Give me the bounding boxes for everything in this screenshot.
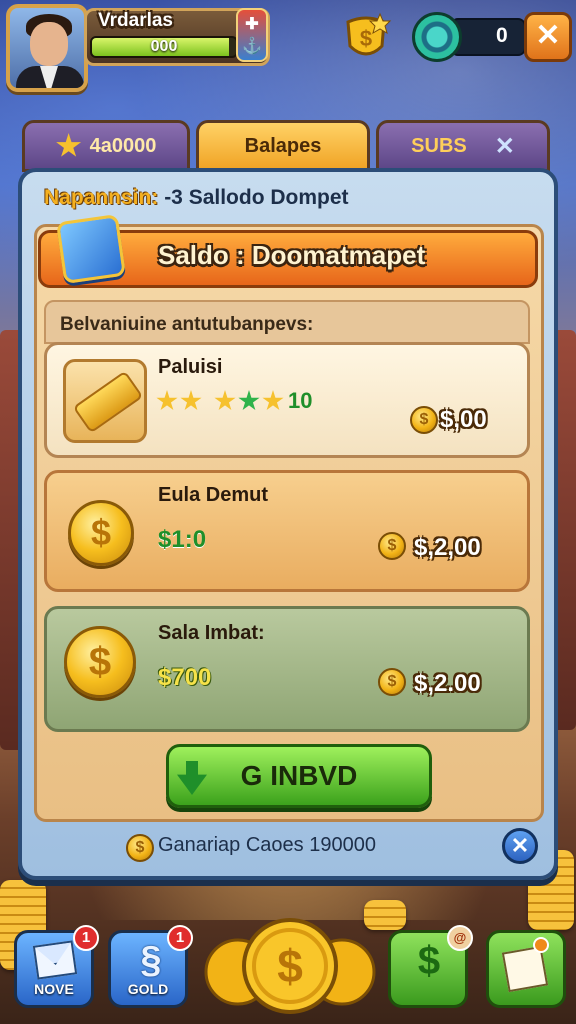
nav-cash-button[interactable]: $ @ bbox=[388, 925, 473, 1008]
player-avatar[interactable] bbox=[6, 4, 88, 92]
star-icon bbox=[262, 390, 284, 411]
tab-coins-label: 4a0000 bbox=[89, 134, 157, 157]
down-arrow-icon bbox=[177, 761, 207, 795]
nav-news-label: NOVE bbox=[34, 981, 74, 997]
saldo-banner-text: Saldo : Doomatmapet bbox=[158, 240, 426, 270]
coin-icon: $ bbox=[378, 668, 406, 696]
anchor-badge-icon[interactable]: ✚ ⚓ bbox=[236, 8, 268, 62]
footer-text: Ganariap Caoes 190000 bbox=[158, 834, 376, 856]
svg-text:$: $ bbox=[360, 26, 372, 51]
card-1-price: $,00 bbox=[440, 406, 487, 433]
tab-coins[interactable]: 4a0000 bbox=[22, 120, 190, 172]
coin-icon: $ bbox=[410, 406, 438, 434]
list-subheader-text: Belvaniuinе antutubanpevs: bbox=[60, 314, 314, 335]
card-3-value: $700 bbox=[158, 664, 212, 691]
dollar-coin-icon: $ bbox=[68, 500, 134, 566]
svg-text:$: $ bbox=[277, 940, 303, 992]
coin-icon: $ bbox=[126, 834, 154, 862]
center-coins-button[interactable]: $ bbox=[202, 916, 378, 1020]
card-2-title: Eula Demut bbox=[158, 484, 269, 506]
counter-value: 0 bbox=[496, 24, 508, 47]
confirm-button[interactable]: G INBVD bbox=[166, 744, 432, 808]
dollar-icon: $ bbox=[417, 939, 441, 983]
panel-title-prefix: Napannsin: bbox=[44, 186, 159, 209]
chain-icon: § bbox=[140, 939, 162, 981]
coin-shield-icon[interactable]: $ bbox=[340, 12, 392, 64]
chest-icon bbox=[55, 213, 127, 285]
notification-badge: @ bbox=[447, 925, 473, 951]
confirm-button-label: G INBVD bbox=[240, 760, 358, 791]
gear-icon[interactable] bbox=[412, 12, 462, 62]
panel-title: Napannsin: -3 Sallodo Dompet bbox=[44, 186, 349, 210]
avatar-face bbox=[30, 22, 68, 66]
tab-balance-label: Balapes bbox=[244, 134, 322, 157]
nav-news-button[interactable]: NOVE 1 bbox=[14, 925, 99, 1008]
tab-subs[interactable]: SUBS ✕ bbox=[376, 120, 550, 172]
nav-gold-label: GOLD bbox=[127, 981, 169, 997]
card-3-price: $,2.00 bbox=[414, 670, 481, 697]
tab-subs-label: SUBS bbox=[411, 134, 467, 157]
notification-badge: 1 bbox=[73, 925, 99, 951]
xp-value: 000 bbox=[150, 38, 178, 55]
star-icon bbox=[156, 390, 178, 411]
card-3-title: Sala Imbat: bbox=[158, 622, 265, 644]
dollar-coin-icon: $ bbox=[64, 626, 136, 698]
green-star-icon bbox=[238, 390, 260, 411]
star-icon bbox=[180, 390, 202, 411]
card-2-price: $,2,00 bbox=[414, 534, 481, 561]
tab-close-icon[interactable]: ✕ bbox=[495, 132, 515, 161]
star-icon bbox=[56, 133, 82, 157]
notification-dot bbox=[533, 937, 549, 953]
nav-gold-button[interactable]: § GOLD 1 bbox=[108, 925, 193, 1008]
notification-badge: 1 bbox=[167, 925, 193, 951]
envelope-icon bbox=[32, 940, 78, 980]
gold-bar-icon bbox=[63, 359, 147, 443]
coin-icon: $ bbox=[378, 532, 406, 560]
nav-cards-button[interactable] bbox=[486, 930, 566, 1008]
card-2-value: $1:0 bbox=[158, 526, 207, 553]
panel-close-button[interactable]: ✕ bbox=[502, 828, 538, 864]
tab-balance[interactable]: Balapes bbox=[196, 120, 370, 172]
close-button-top[interactable]: ✕ bbox=[524, 12, 572, 62]
rating-stars: 10 bbox=[156, 388, 312, 414]
card-1-value: 10 bbox=[288, 388, 313, 413]
card-1-title: Paluisi bbox=[158, 356, 223, 378]
star-icon bbox=[214, 390, 236, 411]
player-name: Vrdarlas bbox=[98, 10, 173, 31]
panel-title-rest: -3 Sallodo Dompet bbox=[164, 186, 349, 209]
